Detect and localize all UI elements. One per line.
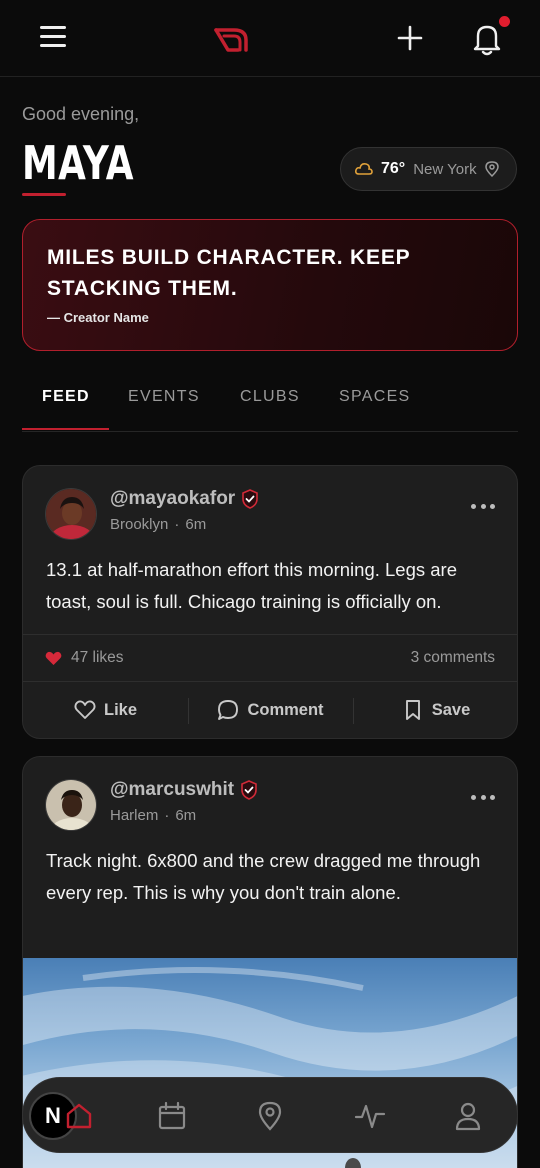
post-time: 6m bbox=[175, 807, 197, 824]
bookmark-icon bbox=[405, 700, 420, 720]
plus-icon[interactable] bbox=[396, 24, 424, 52]
post-actions: Like Comment Save bbox=[23, 682, 517, 738]
heart-filled-icon bbox=[45, 651, 62, 665]
post-location: Brooklyn bbox=[110, 516, 169, 533]
more-options-icon[interactable] bbox=[471, 795, 495, 801]
feed-tabs: FEED EVENTS CLUBS SPACES bbox=[22, 380, 518, 432]
post-body: Track night. 6x800 and the crew dragged … bbox=[46, 850, 481, 903]
home-icon[interactable] bbox=[63, 1100, 95, 1132]
comment-bubble-icon bbox=[218, 700, 239, 720]
post-author-handle[interactable]: @marcuswhit bbox=[110, 779, 234, 801]
save-label: Save bbox=[431, 700, 471, 719]
name-underline bbox=[22, 193, 66, 196]
cloud-icon bbox=[355, 163, 373, 175]
post-stats: 47 likes 3 comments bbox=[23, 634, 517, 682]
weather-temperature: 76° bbox=[381, 160, 406, 177]
likes-count[interactable]: 47 likes bbox=[71, 649, 124, 667]
map-pin-icon[interactable] bbox=[254, 1100, 286, 1132]
tab-clubs[interactable]: CLUBS bbox=[240, 388, 300, 406]
notification-dot bbox=[499, 16, 510, 27]
post-card: @mayaokafor Brooklyn · 6m 13.1 at half-mar… bbox=[22, 465, 518, 739]
post-time: 6m bbox=[185, 516, 207, 533]
bell-icon[interactable] bbox=[470, 20, 504, 56]
like-button[interactable]: Like bbox=[23, 682, 188, 738]
verified-badge-icon bbox=[241, 780, 257, 800]
verified-badge-icon bbox=[242, 489, 259, 509]
post-body: 13.1 at half-marathon effort this mornin… bbox=[46, 559, 458, 612]
location-pin-icon bbox=[484, 161, 499, 177]
motivational-quote-card: Miles build character. Keep stacking the… bbox=[22, 219, 518, 351]
heart-icon bbox=[74, 700, 96, 719]
bottom-navigation: N bbox=[22, 1077, 518, 1153]
post-meta: Brooklyn · 6m bbox=[110, 516, 207, 533]
like-label: Like bbox=[103, 700, 138, 719]
post-author-handle[interactable]: @mayaokafor bbox=[110, 488, 235, 510]
activity-icon[interactable] bbox=[354, 1100, 386, 1132]
comment-label: Comment bbox=[247, 700, 324, 719]
weather-city: New York bbox=[413, 160, 477, 178]
quote-author: — Creator Name bbox=[47, 310, 149, 325]
user-name: MAYA bbox=[22, 136, 134, 190]
avatar[interactable] bbox=[45, 779, 97, 831]
active-tab-indicator bbox=[22, 428, 109, 430]
tab-events[interactable]: EVENTS bbox=[128, 388, 200, 406]
greeting-text: Good evening, bbox=[22, 104, 140, 124]
comments-count[interactable]: 3 comments bbox=[411, 649, 495, 667]
post-location: Harlem bbox=[110, 807, 159, 824]
quote-text: Miles build character. Keep stacking the… bbox=[47, 246, 411, 300]
profile-icon[interactable] bbox=[452, 1100, 484, 1132]
tab-spaces[interactable]: SPACES bbox=[339, 388, 411, 406]
top-bar bbox=[0, 0, 540, 77]
calendar-icon[interactable] bbox=[156, 1100, 188, 1132]
more-options-icon[interactable] bbox=[471, 504, 495, 510]
comment-button[interactable]: Comment bbox=[188, 682, 353, 738]
brand-logo-icon[interactable] bbox=[212, 22, 252, 56]
tab-feed[interactable]: FEED bbox=[42, 388, 90, 406]
save-button[interactable]: Save bbox=[353, 682, 517, 738]
post-meta: Harlem · 6m bbox=[110, 807, 197, 824]
hamburger-menu-icon[interactable] bbox=[40, 26, 66, 50]
avatar[interactable] bbox=[45, 488, 97, 540]
weather-chip[interactable]: 76° New York bbox=[340, 147, 517, 191]
